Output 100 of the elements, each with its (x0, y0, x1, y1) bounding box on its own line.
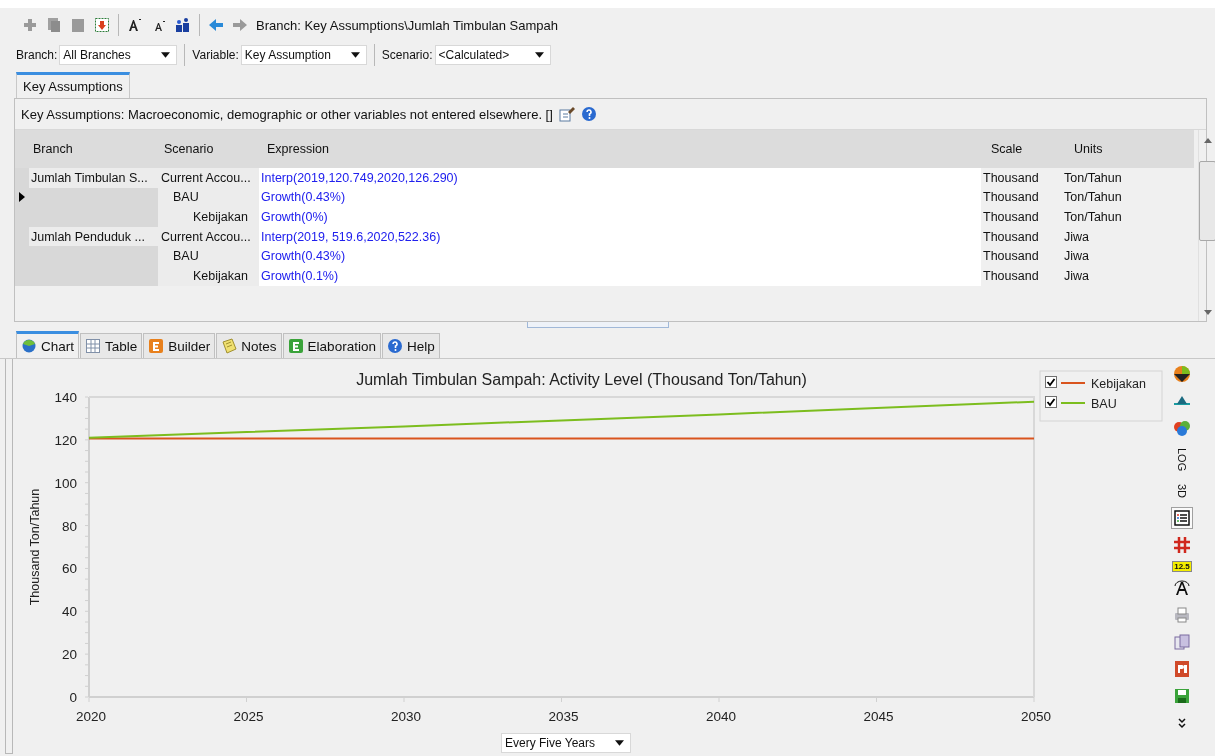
row-header-cell[interactable] (15, 168, 29, 188)
column-header: Expression (266, 142, 330, 156)
expression-link[interactable]: Growth(0.43%) (261, 249, 346, 264)
axis-tick-label: 2030 (391, 709, 421, 724)
table-cell: Thousand (983, 249, 1039, 264)
table-cell: Current Accou... (158, 226, 259, 247)
legend-label: BAU (1091, 397, 1117, 411)
selector-label: Variable: (192, 48, 239, 62)
table-cell: Kebijakan (158, 207, 259, 227)
axis-tick-label: 20 (61, 647, 77, 663)
axis-tick-label: 2020 (76, 709, 106, 724)
people-icon[interactable] (175, 17, 191, 33)
tab[interactable]: Elaboration (282, 333, 381, 358)
axis-tick-label: 40 (61, 604, 77, 620)
legend-checkbox[interactable] (1045, 376, 1057, 388)
table-cell: Kebijakan (158, 265, 259, 286)
expression-link[interactable]: Interp(2019,120.749,2020,126.290) (261, 170, 458, 185)
tab[interactable]: Builder (143, 333, 216, 358)
table-cell: Thousand (983, 190, 1039, 205)
interval-dropdown[interactable]: Every Five Years (501, 733, 631, 753)
column-header: Scale (990, 142, 1024, 156)
forward-arrow-icon[interactable] (232, 17, 248, 33)
table-icon (85, 338, 101, 354)
axis-tick-label: 0 (69, 690, 77, 705)
table-cell: Thousand (983, 170, 1039, 185)
table-cell: Jiwa (1064, 229, 1089, 244)
axis-tick-label: 60 (61, 561, 77, 577)
table-cell: Ton/Tahun (1064, 210, 1122, 224)
table-cell: Jiwa (1064, 268, 1089, 283)
chart-title: Jumlah Timbulan Sampah: Activity Level (Thousand Ton/Tahun) (356, 371, 807, 388)
legend-icon[interactable] (1171, 507, 1193, 530)
toggle-label[interactable]: LOG (1174, 447, 1190, 473)
letter-tile-icon (148, 338, 165, 354)
table-cell: BAU (158, 246, 259, 266)
description-text: Key Assumptions: Macroeconomic, demographic or other variables not entered elsewhere. [] (21, 106, 553, 122)
dropdown[interactable]: All Branches (59, 45, 178, 65)
copy-icon[interactable] (46, 17, 62, 33)
add-icon[interactable] (22, 17, 38, 33)
tab[interactable]: Notes (216, 333, 282, 358)
legend-checkbox[interactable] (1045, 396, 1057, 408)
scroll-up-icon[interactable] (1203, 138, 1212, 143)
tab[interactable]: Table (80, 333, 143, 358)
table-cell: Ton/Tahun (1064, 190, 1122, 205)
axis-tick-label: 80 (61, 518, 77, 534)
column-header: Branch (32, 142, 74, 156)
legend-label: Kebijakan (1091, 377, 1146, 391)
table-cell: BAU (158, 187, 259, 208)
breadcrumb: Branch: Key Assumptions\Jumlah Timbulan Sampah (256, 17, 559, 33)
selector-label: Scenario: (381, 48, 433, 62)
note-icon (221, 338, 238, 354)
number-format-label[interactable]: 12.5 (1172, 561, 1192, 573)
axis-tick-label: 2040 (706, 709, 736, 724)
table-cell: Ton/Tahun (1064, 170, 1122, 185)
tab[interactable]: Key Assumptions (16, 72, 130, 98)
expression-link[interactable]: Interp(2019, 519.6,2020,522.36) (261, 229, 441, 244)
paste-icon[interactable] (70, 17, 86, 33)
pie-chart-icon[interactable] (1171, 363, 1193, 385)
tab[interactable]: Chart (16, 331, 79, 358)
edit-note-icon[interactable] (558, 106, 575, 122)
axis-title: Thousand Ton/Tahun (28, 488, 42, 606)
table-cell: Current Accou... (158, 168, 259, 188)
tab[interactable]: Help (381, 333, 440, 358)
axis-tick-label: 100 (54, 475, 77, 491)
axis-tick-label: 2045 (863, 709, 894, 724)
table-cell: Jumlah Timbulan S... (29, 168, 158, 188)
table-cell: Thousand (983, 229, 1039, 244)
help-icon (386, 338, 403, 354)
help-icon[interactable] (580, 106, 597, 122)
column-header: Scenario (163, 142, 215, 156)
back-arrow-icon[interactable] (208, 17, 224, 33)
chart-icon (21, 338, 37, 354)
axis-tick-label: 2025 (233, 709, 264, 724)
scroll-thumb[interactable] (1199, 161, 1215, 241)
letter-tile-icon (287, 338, 304, 354)
expression-link[interactable]: Growth(0%) (261, 210, 328, 224)
table-cell: Thousand (983, 268, 1039, 283)
dropdown[interactable]: Key Assumption (240, 45, 367, 65)
font-larger-icon[interactable] (127, 17, 143, 33)
row-pointer-icon (19, 192, 25, 203)
caret-icon (534, 52, 544, 58)
expression-link[interactable]: Growth(0.43%) (261, 190, 346, 205)
table-cell: Jiwa (1064, 249, 1089, 264)
scroll-down-icon[interactable] (1203, 310, 1212, 315)
caret-icon (161, 52, 171, 58)
selector-label: Branch: (16, 48, 58, 62)
scrollbar[interactable] (1198, 130, 1215, 321)
table-cell: Thousand (983, 210, 1039, 224)
splitter-handle[interactable] (526, 322, 669, 328)
axis-tick-label: 2035 (548, 709, 579, 724)
caret-icon (350, 52, 360, 58)
axis-tick-label: 120 (54, 432, 77, 448)
table-cell: Jumlah Penduduk ... (29, 226, 158, 247)
axis-tick-label: 2050 (1021, 709, 1051, 724)
column-header: Units (1073, 142, 1104, 156)
import-icon[interactable] (94, 17, 110, 33)
dropdown[interactable]: <Calculated> (434, 45, 551, 65)
axis-tick-label: 140 (54, 390, 77, 405)
toggle-label[interactable]: 3D (1174, 483, 1190, 500)
expression-link[interactable]: Growth(0.1%) (261, 268, 339, 283)
caret-icon (615, 740, 624, 746)
